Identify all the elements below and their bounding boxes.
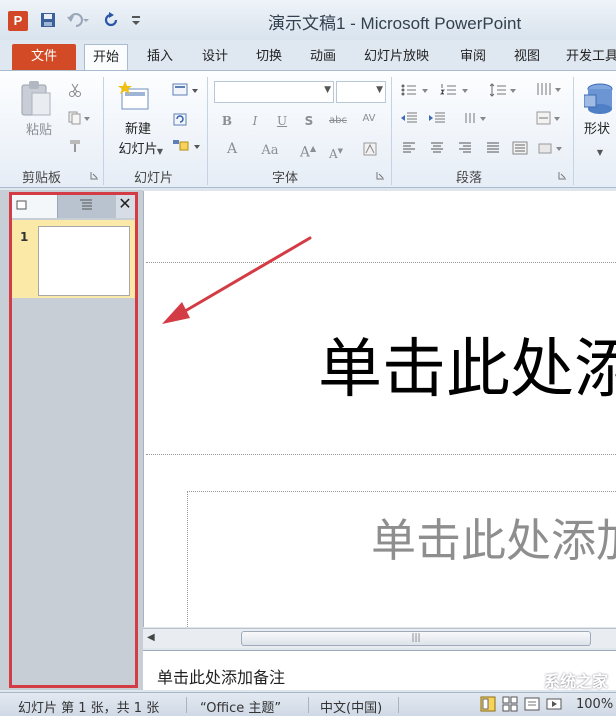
tab-developer[interactable]: 开发工具 bbox=[558, 46, 616, 70]
undo-icon[interactable] bbox=[66, 12, 90, 30]
chevron-down-icon: ▼ bbox=[596, 148, 604, 157]
shapes-icon[interactable] bbox=[584, 81, 616, 117]
slideshow-icon[interactable] bbox=[546, 696, 562, 712]
bold-icon[interactable]: B bbox=[220, 113, 234, 129]
title-placeholder-text: 单击此处添加标题 bbox=[318, 333, 616, 407]
increase-indent-icon[interactable] bbox=[428, 111, 448, 125]
section-icon[interactable] bbox=[172, 139, 204, 153]
line-spacing-icon[interactable] bbox=[490, 83, 520, 97]
italic-icon[interactable]: I bbox=[248, 113, 262, 129]
clipboard-group-label: 剪贴板 bbox=[22, 171, 62, 186]
tab-insert[interactable]: 插入 bbox=[139, 46, 181, 70]
subtitle-placeholder[interactable]: 单击此处添加副标题 bbox=[187, 491, 616, 627]
slides-group-label: 幻灯片 bbox=[134, 171, 174, 186]
highlight-frame bbox=[9, 192, 138, 688]
tab-slideshow[interactable]: 幻灯片放映 bbox=[356, 46, 437, 70]
shrink-font-icon[interactable]: A▼ bbox=[326, 143, 346, 162]
language-indicator[interactable]: 中文(中国) bbox=[320, 697, 382, 716]
copy-icon[interactable] bbox=[68, 111, 94, 125]
tab-file[interactable]: 文件 bbox=[12, 44, 76, 70]
status-bar: 幻灯片 第 1 张，共 1 张 “Office 主题” 中文(中国) 100% bbox=[0, 692, 616, 716]
strikethrough-icon[interactable]: abc bbox=[326, 113, 350, 129]
powerpoint-logo-icon[interactable]: P bbox=[8, 11, 28, 31]
customize-qat-icon[interactable] bbox=[130, 12, 144, 30]
reset-icon[interactable] bbox=[172, 111, 192, 127]
paragraph-launcher-icon[interactable] bbox=[558, 171, 568, 180]
divider bbox=[186, 697, 187, 713]
theme-name[interactable]: “Office 主题” bbox=[200, 697, 281, 716]
annotation-arrow bbox=[162, 236, 312, 324]
divider bbox=[573, 77, 574, 185]
character-spacing-icon[interactable]: AV bbox=[356, 111, 382, 127]
slide-info: 幻灯片 第 1 张，共 1 张 bbox=[18, 701, 160, 716]
zoom-level[interactable]: 100% bbox=[576, 697, 613, 712]
clipboard-launcher-icon[interactable] bbox=[90, 171, 100, 180]
redo-icon[interactable] bbox=[104, 12, 122, 30]
divider bbox=[103, 77, 104, 185]
numbering-icon[interactable] bbox=[440, 83, 474, 97]
paste-label: 粘贴 bbox=[25, 123, 52, 138]
title-bar: P 演示文稿1 - Microsoft PowerPoint bbox=[0, 0, 616, 40]
format-painter-icon[interactable] bbox=[68, 139, 84, 153]
tab-transitions[interactable]: 切换 bbox=[248, 46, 290, 70]
columns-icon[interactable] bbox=[536, 81, 566, 97]
horizontal-scrollbar[interactable]: ◀ ||| bbox=[143, 628, 616, 648]
paste-button[interactable] bbox=[18, 79, 58, 119]
scrollbar-thumb[interactable]: ||| bbox=[241, 631, 591, 646]
align-right-icon[interactable] bbox=[458, 141, 474, 155]
paragraph-group-label: 段落 bbox=[456, 171, 483, 186]
normal-view-icon[interactable] bbox=[480, 696, 496, 712]
justify-icon[interactable] bbox=[486, 141, 502, 155]
scroll-left-icon[interactable]: ◀ bbox=[147, 632, 155, 643]
align-center-icon[interactable] bbox=[430, 141, 446, 155]
subtitle-placeholder-text: 单击此处添加副标题 bbox=[371, 514, 616, 567]
font-color-icon[interactable]: A bbox=[220, 141, 244, 157]
tab-animations[interactable]: 动画 bbox=[302, 46, 344, 70]
ribbon: 粘贴 剪贴板 新建 幻灯片 ▼ 幻灯片 ▼ ▼ B I U S abc AV A… bbox=[0, 70, 616, 188]
font-launcher-icon[interactable] bbox=[376, 171, 386, 180]
cut-icon[interactable] bbox=[68, 83, 84, 97]
tab-design[interactable]: 设计 bbox=[194, 46, 236, 70]
text-direction-icon[interactable] bbox=[464, 111, 492, 125]
font-group-label: 字体 bbox=[272, 171, 299, 186]
window-title: 演示文稿1 - Microsoft PowerPoint bbox=[268, 14, 522, 33]
divider bbox=[398, 697, 399, 713]
align-text-icon[interactable] bbox=[536, 111, 566, 125]
grow-font-icon[interactable]: A▲ bbox=[298, 141, 318, 161]
align-left-icon[interactable] bbox=[402, 141, 418, 155]
new-slide-icon[interactable] bbox=[118, 79, 154, 119]
divider bbox=[308, 697, 309, 713]
new-slide-label[interactable]: 新建 bbox=[116, 121, 160, 139]
divider bbox=[391, 77, 392, 185]
tab-home[interactable]: 开始 bbox=[84, 44, 129, 71]
notes-placeholder: 单击此处添加备注 bbox=[157, 668, 286, 687]
shapes-label[interactable]: 形状 bbox=[584, 121, 616, 139]
watermark: 系统之家 bbox=[543, 672, 608, 691]
tab-review[interactable]: 审阅 bbox=[452, 46, 494, 70]
ribbon-tabs: 文件 开始 插入 设计 切换 动画 幻灯片放映 审阅 视图 开发工具 bbox=[0, 40, 616, 71]
font-family-combo[interactable]: ▼ bbox=[214, 81, 334, 103]
change-case-icon[interactable]: Aa bbox=[256, 143, 284, 159]
slide-sorter-icon[interactable] bbox=[502, 696, 518, 712]
shadow-icon[interactable]: S bbox=[302, 113, 316, 129]
layout-icon[interactable] bbox=[172, 83, 202, 97]
reading-view-icon[interactable] bbox=[524, 696, 540, 712]
bullets-icon[interactable] bbox=[400, 83, 434, 97]
tab-view[interactable]: 视图 bbox=[506, 46, 548, 70]
smartart-icon[interactable] bbox=[538, 141, 566, 155]
font-size-combo[interactable]: ▼ bbox=[336, 81, 386, 103]
save-icon[interactable] bbox=[40, 12, 58, 30]
decrease-indent-icon[interactable] bbox=[400, 111, 420, 125]
underline-icon[interactable]: U bbox=[275, 113, 289, 129]
chevron-down-icon: ▼ bbox=[156, 147, 164, 156]
clear-formatting-icon[interactable] bbox=[362, 141, 380, 157]
distributed-icon[interactable] bbox=[512, 141, 530, 155]
divider bbox=[207, 77, 208, 185]
